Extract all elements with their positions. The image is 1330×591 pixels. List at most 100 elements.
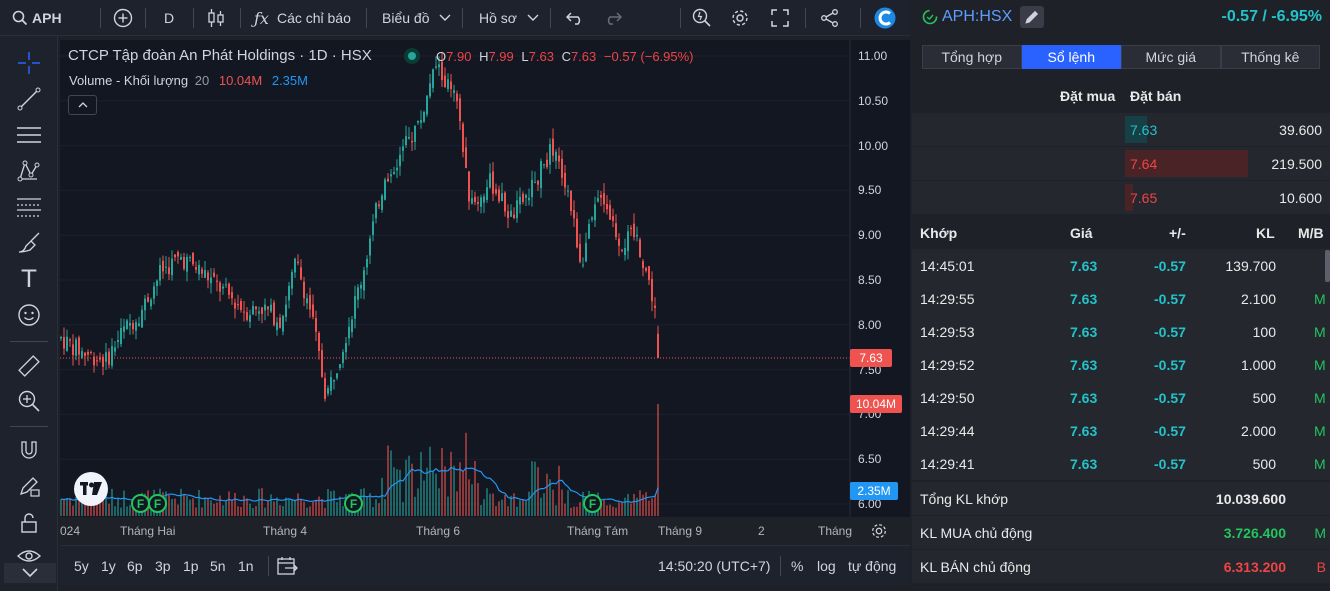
trade-row: 14:29:53 7.63 -0.57 100 M [912, 315, 1330, 348]
range-button-5n[interactable]: 5n [210, 546, 226, 586]
redo-button[interactable] [602, 0, 624, 36]
fib-tool[interactable] [14, 192, 44, 222]
plus-circle-icon [113, 8, 133, 28]
volume-bar [114, 506, 116, 516]
brush-tool[interactable] [14, 228, 44, 258]
price-chart[interactable] [60, 40, 910, 517]
candle-body [285, 304, 287, 317]
book-price[interactable]: 7.64 [1130, 147, 1157, 180]
symbol-search[interactable]: APH [12, 0, 62, 36]
volume-bar [210, 500, 212, 516]
measure-tool[interactable] [14, 351, 44, 381]
dividend-marker[interactable]: F [148, 494, 167, 513]
candle-body [510, 210, 512, 217]
candle-body [432, 69, 434, 88]
collapse-legend-button[interactable] [68, 95, 97, 115]
tab-statistics[interactable]: Thống kê [1220, 45, 1320, 69]
lock-tool[interactable] [14, 508, 44, 538]
candle-body [402, 146, 404, 151]
pattern-tool[interactable] [14, 156, 44, 186]
volume-bar [429, 446, 431, 516]
candle-body [321, 350, 323, 377]
candle-body [429, 83, 431, 97]
lock-drawings-tool[interactable] [14, 471, 44, 501]
share-button[interactable] [818, 0, 842, 36]
volume-bar [408, 455, 410, 516]
volume-bar [627, 493, 629, 516]
candle-body [420, 120, 422, 123]
smiley-icon [18, 304, 40, 326]
settings-button[interactable] [728, 0, 752, 36]
clock-display[interactable]: 14:50:20 (UTC+7) [658, 546, 770, 586]
candle-body [159, 265, 161, 281]
quick-search-button[interactable] [690, 0, 714, 36]
edit-symbol-button[interactable] [1020, 6, 1044, 28]
range-button-1y[interactable]: 1y [101, 546, 116, 586]
chevron-down-icon [22, 568, 38, 578]
candle-body [588, 223, 590, 239]
zoom-in-tool[interactable] [14, 386, 44, 416]
trend-line-tool[interactable] [14, 84, 44, 114]
trades-scrollbar[interactable] [1325, 250, 1330, 282]
volume-bar [309, 506, 311, 516]
range-button-6p[interactable]: 6p [127, 546, 143, 586]
candle-body [123, 326, 125, 332]
undo-button[interactable] [564, 0, 586, 36]
tab-price-levels[interactable]: Mức giá [1121, 45, 1221, 69]
log-scale-button[interactable]: log [817, 546, 836, 586]
candle-body [489, 173, 491, 188]
interval-button[interactable]: D [164, 0, 174, 36]
horizontal-lines-tool[interactable] [14, 120, 44, 150]
chart-style-button[interactable] [205, 0, 227, 36]
text-tool[interactable]: T [14, 264, 44, 294]
volume-bar [432, 470, 434, 516]
dividend-marker[interactable]: F [583, 494, 602, 513]
fullscreen-button[interactable] [768, 0, 792, 36]
trade-volume: 500 [1252, 455, 1276, 472]
chart-settings-button[interactable] [864, 516, 894, 546]
range-button-3p[interactable]: 3p [155, 546, 171, 586]
ohlc-legend: O7.90 H7.99 L7.63 C7.63 −0.57 (−6.95%) [436, 49, 694, 64]
candle-body [363, 270, 365, 291]
volume-bar [258, 488, 260, 516]
range-button-1n[interactable]: 1n [238, 546, 254, 586]
chart-area[interactable] [60, 40, 910, 517]
trade-change: -0.57 [1154, 290, 1186, 307]
crosshair-tool[interactable] [14, 48, 44, 78]
emoji-tool[interactable] [14, 300, 44, 330]
more-tools-button[interactable] [4, 563, 56, 583]
volume-bar [213, 503, 215, 516]
candle-body [549, 144, 551, 165]
percent-scale-button[interactable]: % [791, 546, 803, 586]
tab-order-book[interactable]: Sổ lệnh [1021, 45, 1121, 69]
add-symbol-button[interactable] [110, 0, 136, 36]
book-price[interactable]: 7.63 [1130, 113, 1157, 146]
candle-body [261, 307, 263, 315]
indicators-button[interactable]: ƒx Các chỉ báo [254, 0, 351, 36]
volume-bar [633, 493, 635, 516]
magnet-tool[interactable] [14, 436, 44, 466]
total-label: Tổng KL khớp [920, 490, 1009, 507]
goto-date-button[interactable] [276, 546, 298, 586]
volume-bar [444, 466, 446, 516]
auto-scale-button[interactable]: tự động [848, 546, 896, 586]
price-axis-label: 9.00 [858, 228, 882, 243]
volume-bar [480, 505, 482, 516]
book-price[interactable]: 7.65 [1130, 181, 1157, 214]
profile-menu-button[interactable]: Hồ sơ [479, 0, 539, 36]
range-button-1p[interactable]: 1p [183, 546, 199, 586]
tradingview-logo[interactable] [74, 472, 108, 506]
top-toolbar: APH D ƒx Các chỉ báo Biểu đồ Hồ sơ [0, 0, 910, 36]
tab-summary[interactable]: Tổng hợp [922, 45, 1022, 69]
candle-body [381, 195, 383, 210]
candle-body [651, 279, 653, 302]
volume-bar [366, 496, 368, 516]
dividend-marker[interactable]: F [344, 494, 363, 513]
sell-label: KL BÁN chủ động [920, 558, 1031, 575]
chart-menu-button[interactable]: Biểu đồ [382, 0, 451, 36]
candle-body [357, 287, 359, 300]
volume-bar [303, 501, 305, 516]
volume-bar [642, 494, 644, 516]
candle-body [252, 306, 254, 315]
range-button-5y[interactable]: 5y [74, 546, 89, 586]
